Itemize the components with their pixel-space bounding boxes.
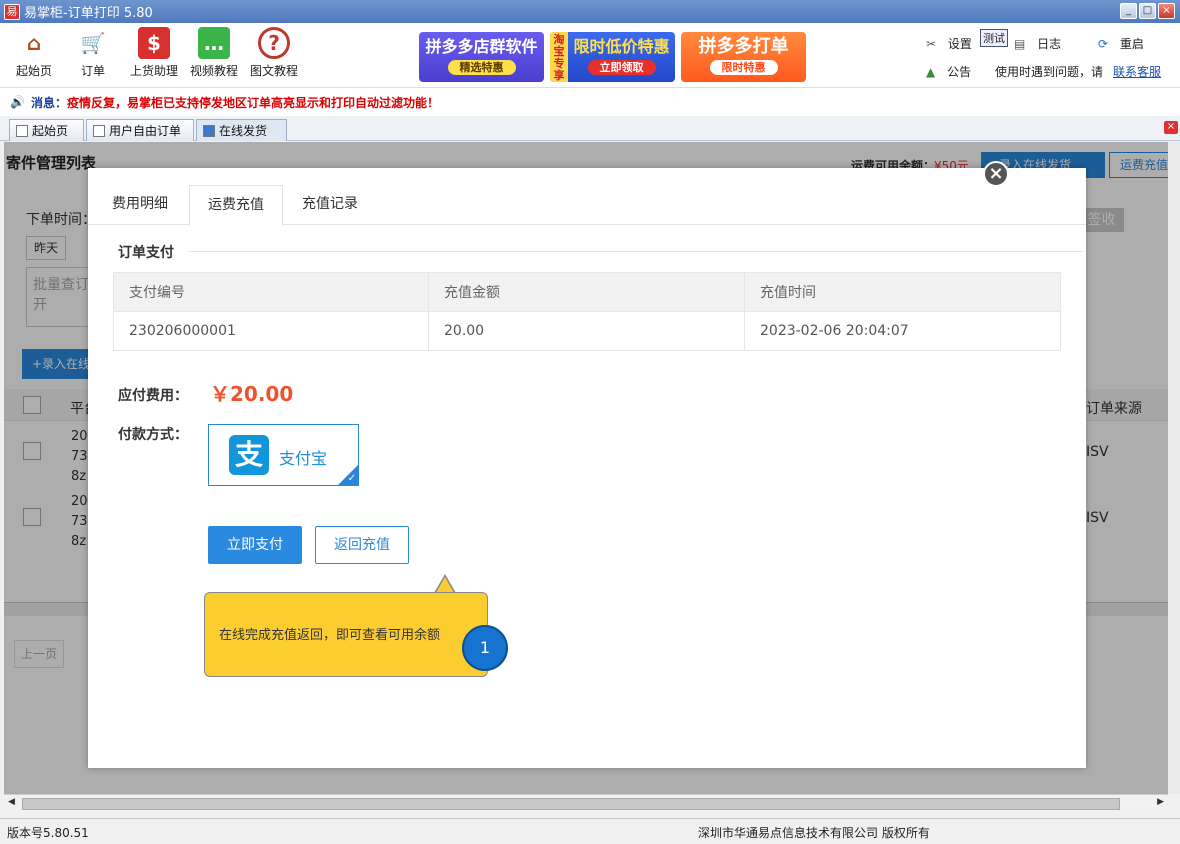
chat-icon: …	[198, 27, 230, 59]
scroll-left-icon[interactable]: ◀	[8, 797, 15, 807]
banner-taobao-deal[interactable]: 淘宝专享 限时低价特惠 立即领取	[550, 32, 675, 82]
tab-online-shipping[interactable]: 在线发货	[196, 119, 287, 141]
orders-label: 订单	[80, 64, 105, 78]
tooltip-arrow-fill	[436, 577, 454, 593]
alipay-option[interactable]: 支 支付宝 ✓	[208, 424, 359, 486]
doc-tab-icon	[93, 124, 105, 137]
pay-now-button[interactable]: 立即支付	[208, 526, 302, 564]
notice-link[interactable]: ▲ 公告	[926, 63, 971, 80]
home-tab-icon	[16, 124, 28, 137]
banner-pdd-shop-title: 拼多多店群软件	[425, 37, 538, 56]
modal-tabs: 费用明细 运费充值 充值记录	[88, 185, 1086, 226]
version-text: 版本号5.80.51	[7, 826, 89, 840]
col-amount: 充值金额	[428, 272, 745, 312]
main-toolbar: ⌂ 起始页 🛒 订单 $ 上货助理 … 视频教程 ? 图文教程 拼多多店群软件 …	[0, 23, 1180, 88]
title-bar: 易 易掌柜-订单打印 5.80 _ □ ×	[0, 0, 1180, 23]
question-icon: ?	[258, 27, 290, 59]
log-icon: ▤	[1014, 37, 1026, 51]
maximize-button[interactable]: □	[1139, 3, 1156, 19]
log-label: 日志	[1037, 37, 1062, 51]
close-modal-button[interactable]: ×	[983, 161, 1009, 187]
check-icon: ✓	[347, 473, 356, 484]
payment-method-label: 付款方式：	[118, 427, 188, 443]
guide-tooltip: 在线完成充值返回，即可查看可用余额	[204, 592, 488, 677]
close-window-button[interactable]: ×	[1158, 3, 1175, 19]
alipay-label: 支付宝	[279, 449, 328, 468]
table-row: 230206000001 20.00 2023-02-06 20:04:07	[113, 311, 1061, 351]
scroll-thumb[interactable]	[22, 798, 1120, 810]
section-divider	[188, 251, 1083, 252]
contact-support-link[interactable]: 联系客服	[1113, 63, 1161, 80]
message-prefix: 消息：	[30, 95, 67, 110]
speaker-icon: 🔊	[10, 95, 25, 109]
back-to-recharge-button[interactable]: 返回充值	[315, 526, 409, 564]
home-label: 起始页	[15, 64, 52, 78]
tab-fee-details[interactable]: 费用明细	[94, 185, 186, 225]
tab-start-label: 起始页	[32, 124, 69, 138]
amount-cell: 20.00	[428, 311, 745, 351]
status-bar: 版本号5.80.51 深圳市华通易点信息技术有限公司 版权所有	[0, 818, 1180, 844]
tab-online-shipping-label: 在线发货	[219, 124, 268, 138]
home-button[interactable]: ⌂ 起始页	[5, 27, 63, 79]
image-tutorial-label: 图文教程	[249, 64, 298, 78]
tab-user-orders-label: 用户自由订单	[109, 124, 182, 138]
time-cell: 2023-02-06 20:04:07	[744, 311, 1061, 351]
money-bag-icon: $	[138, 27, 170, 59]
fee-label: 应付费用：	[118, 388, 188, 404]
home-icon: ⌂	[18, 27, 50, 59]
fee-value: ￥20.00	[210, 382, 294, 406]
app-logo-icon: 易	[4, 3, 20, 20]
col-time: 充值时间	[744, 272, 1061, 312]
listing-assistant-button[interactable]: $ 上货助理	[125, 27, 183, 79]
banner-pdd-print[interactable]: 拼多多打单 限时特惠	[681, 32, 806, 82]
image-tutorial-button[interactable]: ? 图文教程	[245, 27, 303, 79]
horizontal-scrollbar[interactable]: ◀ ▶	[4, 794, 1168, 812]
restart-label: 重启	[1119, 37, 1144, 51]
restart-link[interactable]: ⟳ 重启	[1098, 35, 1144, 52]
close-tab-icon[interactable]: ×	[1164, 121, 1178, 134]
right-edge	[1168, 142, 1180, 794]
banner-taobao-side: 淘宝专享	[550, 32, 568, 82]
banner-taobao-pill: 立即领取	[587, 60, 656, 75]
copyright-text: 深圳市华通易点信息技术有限公司 版权所有	[698, 826, 930, 840]
settings-label: 设置	[947, 37, 972, 51]
tab-start[interactable]: 起始页	[9, 119, 84, 141]
order-payment-title: 订单支付	[118, 245, 174, 261]
listing-assistant-label: 上货助理	[129, 64, 178, 78]
settings-link[interactable]: ✂ 设置	[926, 35, 972, 52]
log-link[interactable]: ▤ 日志	[1014, 35, 1061, 52]
notice-label: 公告	[947, 65, 972, 79]
recharge-modal: 费用明细 运费充值 充值记录 订单支付 支付编号 充值金额 充值时间 23020…	[88, 168, 1086, 768]
tools-icon: ✂	[926, 37, 937, 51]
tab-recharge-records[interactable]: 充值记录	[284, 185, 376, 225]
scroll-right-icon[interactable]: ▶	[1157, 797, 1164, 807]
payment-id-cell: 230206000001	[113, 311, 429, 351]
notice-icon: ▲	[926, 65, 936, 79]
message-bar: 🔊 消息： 疫情反复，易掌柜已支持停发地区订单高亮显示和打印自动过滤功能！	[0, 88, 1180, 116]
minimize-button[interactable]: _	[1120, 3, 1137, 19]
test-badge[interactable]: 测试	[980, 29, 1008, 47]
banner-taobao-title: 限时低价特惠	[573, 37, 670, 56]
refresh-icon: ⟳	[1098, 37, 1109, 51]
orders-button[interactable]: 🛒 订单	[64, 27, 122, 79]
video-tutorial-button[interactable]: … 视频教程	[185, 27, 243, 79]
payment-table: 支付编号 充值金额 充值时间 230206000001 20.00 2023-0…	[113, 272, 1061, 351]
message-text: 疫情反复，易掌柜已支持停发地区订单高亮显示和打印自动过滤功能！	[66, 95, 439, 110]
payment-table-header: 支付编号 充值金额 充值时间	[113, 272, 1061, 312]
help-text: 使用时遇到问题，请	[995, 65, 1104, 79]
banner-pdd-print-title: 拼多多打单	[698, 36, 789, 57]
col-payment-id: 支付编号	[113, 272, 429, 312]
banner-pdd-shop[interactable]: 拼多多店群软件 精选特惠	[419, 32, 544, 82]
document-tabs: 起始页 用户自由订单 在线发货 ×	[0, 116, 1180, 141]
cart-icon: 🛒	[77, 27, 109, 59]
step-badge: 1	[462, 625, 508, 671]
alipay-icon: 支	[229, 435, 269, 475]
monitor-tab-icon	[203, 124, 215, 137]
window-title: 易掌柜-订单打印 5.80	[24, 6, 153, 21]
banner-pdd-print-pill: 限时特惠	[709, 60, 778, 75]
tab-user-orders[interactable]: 用户自由订单	[86, 119, 194, 141]
video-tutorial-label: 视频教程	[189, 64, 238, 78]
tab-freight-recharge[interactable]: 运费充值	[189, 185, 283, 226]
banner-pdd-shop-pill: 精选特惠	[447, 60, 516, 75]
